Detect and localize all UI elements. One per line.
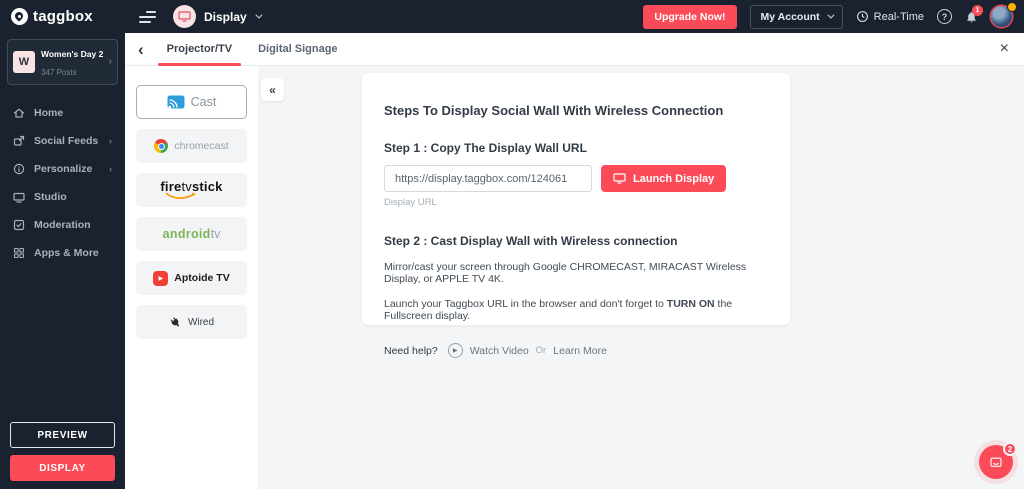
aptoide-play-icon — [153, 270, 169, 286]
firetv-logo: firetvstick — [160, 180, 222, 200]
androidtv-wordmark: androidtv — [162, 227, 221, 241]
step1-title: Step 1 : Copy The Display Wall URL — [384, 141, 587, 155]
help-icon[interactable] — [937, 9, 952, 24]
tab-bar: Projector/TV Digital Signage — [125, 33, 1024, 66]
url-row: Launch Display — [384, 165, 768, 192]
step2-title: Step 2 : Cast Display Wall with Wireless… — [384, 234, 678, 248]
display-url-input[interactable] — [384, 165, 592, 192]
sidebar-item-label: Home — [34, 107, 64, 119]
play-icon[interactable] — [447, 343, 463, 358]
chat-unread-badge: 2 — [1003, 442, 1017, 456]
display-url-label: Display URL — [384, 197, 437, 208]
sidebar-item-label: Studio — [34, 191, 67, 203]
taggbox-logo: taggbox — [0, 8, 125, 25]
device-card-fire-tv-stick[interactable]: firetvstick — [136, 173, 247, 207]
taggbox-logo-icon — [11, 8, 28, 25]
learn-more-link[interactable]: Learn More — [553, 345, 607, 357]
need-help-label: Need help? — [384, 344, 438, 357]
moderation-icon — [13, 219, 25, 231]
device-label: Wired — [187, 316, 215, 328]
personalize-icon — [13, 163, 25, 175]
watch-video-link[interactable]: Watch Video — [470, 345, 529, 357]
notifications-button[interactable]: 1 — [965, 4, 983, 24]
back-chevron-icon[interactable] — [138, 41, 144, 58]
tab-digital-signage[interactable]: Digital Signage — [245, 33, 350, 65]
sidebar-item-label: Personalize — [34, 163, 93, 175]
device-label: Cast — [190, 95, 217, 109]
clock-icon — [856, 11, 868, 22]
sidebar-item-label: Apps & More — [34, 247, 99, 259]
device-card-wired[interactable]: Wired — [136, 305, 247, 339]
workspace-posts-count: 347 Posts — [41, 68, 77, 77]
user-avatar[interactable] — [991, 2, 1017, 27]
menu-icon[interactable] — [139, 10, 156, 23]
cast-icon — [167, 95, 185, 109]
display-button[interactable]: DISPLAY — [10, 455, 115, 481]
help-row: Need help? Watch Video Or Learn More — [384, 343, 768, 358]
sidebar-item-social-feeds[interactable]: Social Feeds — [0, 127, 125, 155]
studio-icon — [13, 192, 25, 203]
main-content: Steps To Display Social Wall With Wirele… — [258, 66, 1024, 489]
device-label: chromecast — [174, 140, 229, 152]
launch-display-label: Launch Display — [633, 172, 715, 185]
wall-type-label: Display — [204, 9, 247, 24]
sidebar-item-apps-more[interactable]: Apps & More — [0, 239, 125, 267]
wall-type-dropdown[interactable]: Display — [173, 5, 263, 28]
chevron-down-icon — [827, 11, 835, 19]
sidebar: W Women's Day 2023 347 Posts Home Social… — [0, 33, 125, 489]
tab-projector-tv[interactable]: Projector/TV — [154, 33, 245, 66]
app-header: taggbox Display Upgrade Now! My Account … — [0, 0, 1024, 33]
device-card-chromecast[interactable]: chromecast — [136, 129, 247, 163]
step2-line2: Launch your Taggbox URL in the browser a… — [384, 298, 733, 322]
plug-icon — [170, 316, 180, 327]
chat-icon — [990, 457, 1002, 467]
device-card-cast[interactable]: Cast — [136, 85, 247, 119]
chromecast-icon — [154, 139, 169, 153]
notification-badge: 1 — [972, 4, 983, 16]
launch-display-button[interactable]: Launch Display — [601, 165, 727, 192]
preview-button[interactable]: PREVIEW — [10, 422, 115, 448]
collapse-panel-icon[interactable] — [261, 78, 284, 101]
sidebar-item-label: Moderation — [34, 219, 91, 231]
sidebar-item-home[interactable]: Home — [0, 99, 125, 127]
workspace-meta: Women's Day 2023 347 Posts — [41, 44, 103, 80]
amazon-smile-icon — [165, 192, 196, 199]
sidebar-actions: PREVIEW DISPLAY — [0, 422, 125, 489]
steps-card: Steps To Display Social Wall With Wirele… — [362, 73, 790, 358]
close-icon[interactable] — [1000, 41, 1009, 57]
sidebar-item-personalize[interactable]: Personalize — [0, 155, 125, 183]
header-actions: Upgrade Now! My Account Real-Time 1 — [643, 2, 1024, 29]
step2-line1: Mirror/cast your screen through Google C… — [384, 261, 747, 285]
social-feeds-icon — [13, 135, 25, 146]
upgrade-button[interactable]: Upgrade Now! — [643, 4, 737, 29]
realtime-toggle[interactable]: Real-Time — [856, 10, 924, 23]
realtime-label: Real-Time — [873, 10, 924, 23]
apps-more-icon — [13, 247, 25, 259]
taggbox-logo-text: taggbox — [33, 8, 93, 25]
sidebar-item-studio[interactable]: Studio — [0, 183, 125, 211]
home-icon — [13, 108, 25, 118]
or-label: Or — [535, 345, 547, 356]
workspace-selector[interactable]: W Women's Day 2023 347 Posts — [7, 39, 118, 85]
my-account-dropdown[interactable]: My Account — [749, 4, 843, 29]
chevron-right-icon — [109, 165, 112, 174]
chat-launcher-button[interactable]: 2 — [979, 442, 1017, 479]
chevron-right-icon — [109, 57, 112, 67]
sidebar-nav: Home Social Feeds Personalize Studio Mod… — [0, 99, 125, 267]
my-account-label: My Account — [760, 10, 820, 23]
page-title: Steps To Display Social Wall With Wirele… — [384, 103, 724, 118]
workspace-name: Women's Day 2023 — [41, 49, 103, 59]
chevron-down-icon — [255, 11, 263, 19]
plan-crown-badge — [1007, 2, 1017, 12]
device-panel: Cast chromecast firetvstick androidtv Ap… — [125, 66, 258, 489]
device-card-aptoide-tv[interactable]: Aptoide TV — [136, 261, 247, 295]
sidebar-item-moderation[interactable]: Moderation — [0, 211, 125, 239]
chevron-right-icon — [109, 137, 112, 146]
display-monitor-icon — [173, 5, 196, 28]
device-card-android-tv[interactable]: androidtv — [136, 217, 247, 251]
monitor-icon — [613, 173, 626, 184]
sidebar-item-label: Social Feeds — [34, 135, 99, 147]
device-label: Aptoide TV — [174, 272, 230, 284]
workspace-avatar: W — [13, 51, 35, 73]
